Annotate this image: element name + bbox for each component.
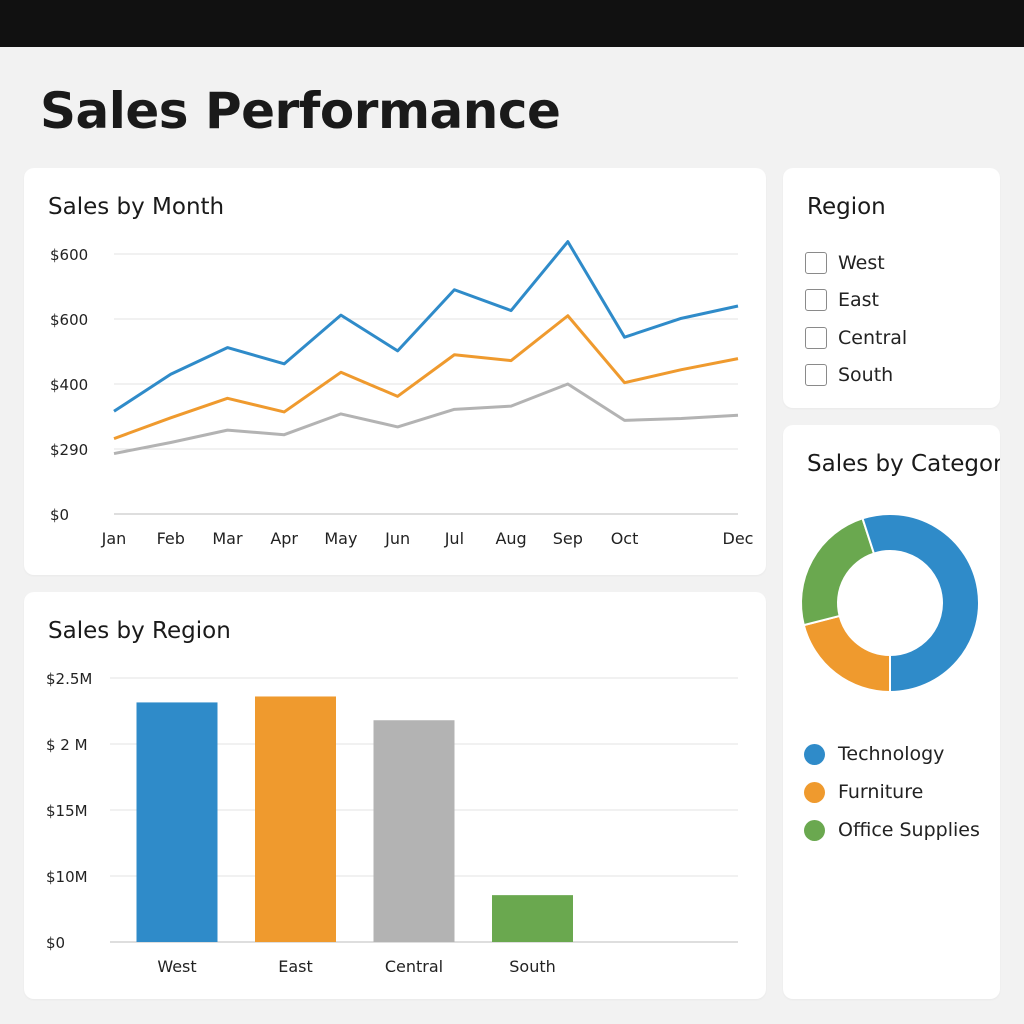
sales-by-region-chart: $0 $10M $15M $ 2 M $2.5M West East Central South [46, 670, 738, 976]
y-tick-label: $600 [50, 246, 88, 264]
x-tick-label: East [278, 957, 313, 976]
y-tick-label: $0 [46, 934, 65, 952]
region-filter-title: Region [807, 194, 886, 220]
region-option-label: South [838, 364, 894, 387]
y-tick-label: $290 [50, 441, 88, 459]
x-tick-label: Mar [212, 529, 243, 548]
y-tick-label: $0 [50, 506, 69, 524]
x-tick-label: South [509, 957, 556, 976]
series-line-0 [113, 240, 739, 413]
y-tick-label: $400 [50, 376, 88, 394]
category-legend: Technology Furniture Office Supplies [804, 735, 980, 849]
x-tick-label: West [157, 957, 196, 976]
region-checkbox-south[interactable] [805, 364, 827, 387]
legend-label: Technology [838, 743, 945, 765]
x-tick-label: Central [385, 957, 443, 976]
region-option-label: East [838, 289, 879, 312]
series-line-2 [113, 382, 739, 456]
sales-by-month-card: Sales by Month $0 $290 $400 $600 $600 Jan Feb M… [24, 168, 766, 575]
region-option-label: West [838, 251, 885, 274]
region-checkbox-central[interactable] [805, 326, 827, 349]
x-tick-label: Feb [157, 529, 185, 548]
legend-swatch-furniture [804, 781, 825, 803]
x-tick-label: Dec [723, 529, 754, 548]
legend-label: Furniture [838, 781, 924, 803]
donut-slice-office-supplies [800, 517, 876, 627]
page-title: Sales Performance [40, 82, 561, 140]
region-checkbox-west[interactable] [805, 251, 827, 274]
legend-item-office-supplies: Office Supplies [804, 811, 980, 849]
region-filter-card: Region West East Central South [783, 168, 1000, 408]
region-option-east[interactable]: East [805, 282, 907, 320]
x-tick-label: Apr [270, 529, 298, 548]
x-tick-label: May [324, 529, 357, 548]
region-option-west[interactable]: West [805, 244, 907, 282]
region-checkbox-east[interactable] [805, 289, 827, 312]
y-tick-label: $600 [50, 311, 88, 329]
sales-by-category-donut-chart [800, 513, 980, 694]
sales-by-month-chart: $0 $290 $400 $600 $600 Jan Feb Mar Apr May Jun Jul A… [50, 240, 754, 548]
y-tick-label: $15M [46, 802, 88, 820]
x-tick-label: Jun [384, 529, 410, 548]
x-tick-label: Jul [444, 529, 464, 548]
x-tick-label: Sep [553, 529, 583, 548]
legend-item-furniture: Furniture [804, 773, 980, 811]
region-option-south[interactable]: South [805, 357, 907, 395]
y-tick-label: $2.5M [46, 670, 92, 688]
region-option-central[interactable]: Central [805, 319, 907, 357]
legend-item-technology: Technology [804, 735, 980, 773]
sales-by-region-card: Sales by Region $0 $10M $15M $ 2 M $2.5M West… [24, 592, 766, 999]
bar-west [136, 702, 218, 942]
bar-central [373, 720, 455, 942]
legend-swatch-technology [804, 743, 825, 765]
x-tick-label: Oct [611, 529, 639, 548]
donut-slice-furniture [802, 614, 891, 694]
x-tick-label: Aug [495, 529, 526, 548]
y-tick-label: $10M [46, 868, 88, 886]
legend-label: Office Supplies [838, 819, 980, 841]
sales-by-category-card: Sales by Category Technology Furniture O… [783, 425, 1000, 999]
y-tick-label: $ 2 M [46, 736, 88, 754]
region-filter-list: West East Central South [805, 244, 907, 394]
x-tick-label: Jan [101, 529, 127, 548]
region-option-label: Central [838, 326, 908, 349]
legend-swatch-office-supplies [804, 819, 825, 841]
bar-south [492, 895, 573, 942]
top-bar [0, 0, 1024, 47]
bar-east [255, 696, 336, 942]
